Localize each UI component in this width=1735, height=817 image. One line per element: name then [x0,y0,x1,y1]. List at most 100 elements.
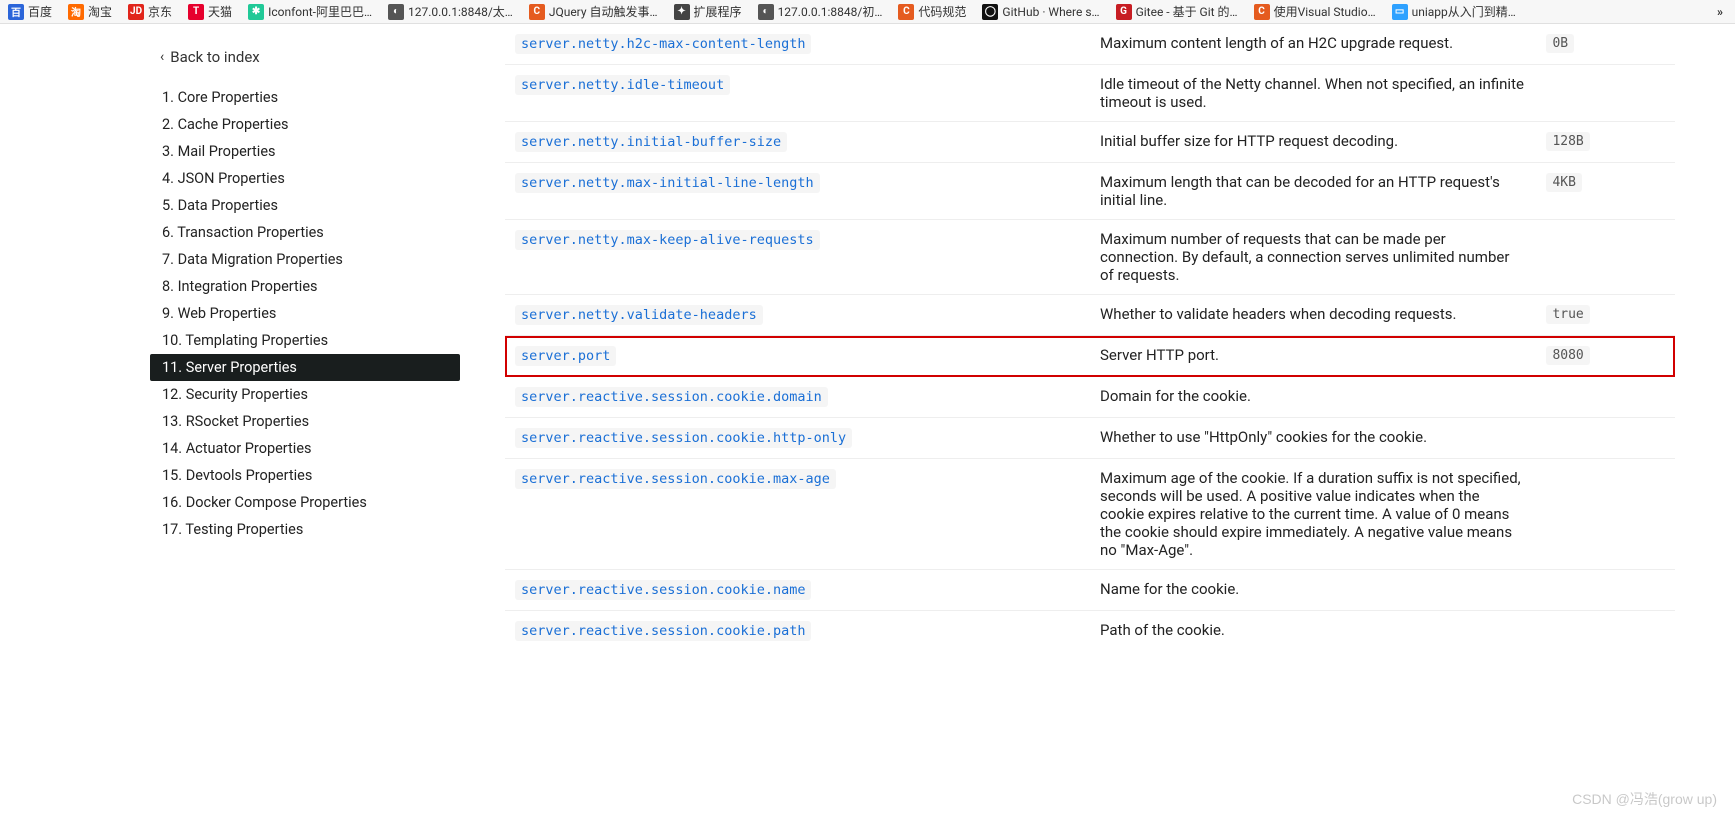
toc-item[interactable]: 10. Templating Properties [150,327,460,354]
bookmark-label: 天猫 [208,3,232,20]
bookmark-label: 百度 [28,3,52,20]
property-key-link[interactable]: server.netty.max-keep-alive-requests [515,230,820,250]
bookmark-label: 127.0.0.1:8848/初… [778,3,883,20]
toc-item[interactable]: 16. Docker Compose Properties [150,489,460,516]
favicon-icon: ✱ [248,4,264,20]
bookmark-item[interactable]: T天猫 [184,1,236,22]
property-key-cell: server.netty.max-initial-line-length [505,163,1090,220]
property-description: Server HTTP port. [1090,336,1536,377]
property-description: Whether to use "HttpOnly" cookies for th… [1090,418,1536,459]
bookmark-item[interactable]: 百百度 [4,1,56,22]
favicon-icon: C [529,4,545,20]
property-key-link[interactable]: server.netty.max-initial-line-length [515,173,820,193]
property-description: Name for the cookie. [1090,570,1536,611]
bookmark-item[interactable]: ✱Iconfont-阿里巴巴… [244,1,376,22]
property-key-link[interactable]: server.netty.idle-timeout [515,75,730,95]
property-key-link[interactable]: server.reactive.session.cookie.name [515,580,811,600]
favicon-icon: ◯ [982,4,998,20]
property-key-link[interactable]: server.reactive.session.cookie.path [515,621,811,641]
toc-item[interactable]: 9. Web Properties [150,300,460,327]
property-default-value: true [1546,305,1589,324]
property-key-link[interactable]: server.reactive.session.cookie.http-only [515,428,852,448]
favicon-icon: ▭ [1392,4,1408,20]
table-row: server.netty.validate-headersWhether to … [505,295,1675,336]
sidebar: ‹ Back to index 1. Core Properties2. Cac… [0,24,480,817]
toc-item[interactable]: 8. Integration Properties [150,273,460,300]
table-row: server.reactive.session.cookie.path Path … [505,611,1675,652]
back-to-index-link[interactable]: ‹ Back to index [150,44,460,84]
bookmark-overflow-button[interactable]: » [1709,5,1731,19]
property-key-link[interactable]: server.netty.h2c-max-content-length [515,34,811,54]
toc-item[interactable]: 13. RSocket Properties [150,408,460,435]
property-key-cell: server.netty.h2c-max-content-length [505,24,1090,65]
toc-item[interactable]: 6. Transaction Properties [150,219,460,246]
property-key-link[interactable]: server.reactive.session.cookie.domain [515,387,828,407]
property-key-cell: server.port [505,336,1090,377]
bookmark-item[interactable]: C使用Visual Studio… [1250,1,1380,22]
property-key-cell: server.netty.idle-timeout [505,65,1090,122]
toc-item[interactable]: 4. JSON Properties [150,165,460,192]
property-description: Idle timeout of the Netty channel. When … [1090,65,1536,122]
property-description: Path of the cookie. [1090,611,1536,652]
toc-item[interactable]: 5. Data Properties [150,192,460,219]
toc-item[interactable]: 14. Actuator Properties [150,435,460,462]
toc-item[interactable]: 3. Mail Properties [150,138,460,165]
table-row: server.netty.idle-timeout Idle timeout of… [505,65,1675,122]
bookmark-item[interactable]: ✦扩展程序 [670,1,746,22]
toc-item[interactable]: 17. Testing Properties [150,516,460,543]
property-key-link[interactable]: server.reactive.session.cookie.max-age [515,469,836,489]
chevron-left-icon: ‹ [160,49,164,65]
toc-item[interactable]: 1. Core Properties [150,84,460,111]
bookmark-label: GitHub · Where s… [1002,5,1099,19]
property-key-cell: server.netty.initial-buffer-size [505,122,1090,163]
bookmark-item[interactable]: C代码规范 [894,1,970,22]
property-default-cell [1536,377,1675,418]
toc-item[interactable]: 11. Server Properties [150,354,460,381]
bookmark-bar: 百百度淘淘宝 JD京东 T天猫 ✱Iconfont-阿里巴巴… ◐127.0.0.1:8… [0,0,1735,24]
favicon-icon: 百 [8,4,24,20]
toc-item[interactable]: 12. Security Properties [150,381,460,408]
property-key-cell: server.netty.validate-headers [505,295,1090,336]
toc-list: 1. Core Properties2. Cache Properties3. … [150,84,460,543]
property-key-link[interactable]: server.netty.initial-buffer-size [515,132,787,152]
property-default-cell [1536,611,1675,652]
bookmark-item[interactable]: 淘淘宝 [64,1,116,22]
page-body: ‹ Back to index 1. Core Properties2. Cac… [0,24,1735,817]
property-default-cell: true [1536,295,1675,336]
property-default-cell [1536,459,1675,570]
toc-item[interactable]: 7. Data Migration Properties [150,246,460,273]
bookmark-item[interactable]: ◐127.0.0.1:8848/太… [384,1,517,22]
bookmark-label: 淘宝 [88,3,112,20]
table-row: server.netty.max-keep-alive-requests Maxi… [505,220,1675,295]
property-default-cell [1536,220,1675,295]
bookmark-item[interactable]: JD京东 [124,1,176,22]
property-default-value: 4KB [1546,173,1581,192]
property-key-link[interactable]: server.netty.validate-headers [515,305,763,325]
table-row: server.netty.initial-buffer-size Initial … [505,122,1675,163]
back-label: Back to index [170,48,260,66]
bookmark-item[interactable]: ◐127.0.0.1:8848/初… [754,1,887,22]
toc-item[interactable]: 15. Devtools Properties [150,462,460,489]
favicon-icon: G [1116,4,1132,20]
property-default-value: 8080 [1546,346,1589,365]
toc-item[interactable]: 2. Cache Properties [150,111,460,138]
table-row: server.port Server HTTP port. 8080 [505,336,1675,377]
property-description: Maximum content length of an H2C upgrade… [1090,24,1536,65]
favicon-icon: C [898,4,914,20]
property-key-link[interactable]: server.port [515,346,616,366]
favicon-icon: T [188,4,204,20]
property-description: Maximum number of requests that can be m… [1090,220,1536,295]
property-description: Initial buffer size for HTTP request dec… [1090,122,1536,163]
property-description: Maximum age of the cookie. If a duration… [1090,459,1536,570]
table-row: server.reactive.session.cookie.domainDom… [505,377,1675,418]
property-key-cell: server.netty.max-keep-alive-requests [505,220,1090,295]
bookmark-item[interactable]: ◯ GitHub · Where s… [978,2,1103,22]
table-row: server.reactive.session.cookie.http-only… [505,418,1675,459]
bookmark-label: 京东 [148,3,172,20]
bookmark-label: 使用Visual Studio… [1274,3,1376,20]
properties-table: server.netty.h2c-max-content-length Maxim… [505,24,1675,651]
bookmark-item[interactable]: CJQuery 自动触发事… [525,1,662,22]
property-key-cell: server.reactive.session.cookie.domain [505,377,1090,418]
bookmark-item[interactable]: GGitee - 基于 Git 的… [1112,1,1242,22]
bookmark-item[interactable]: ▭uniapp从入门到精… [1388,1,1520,22]
